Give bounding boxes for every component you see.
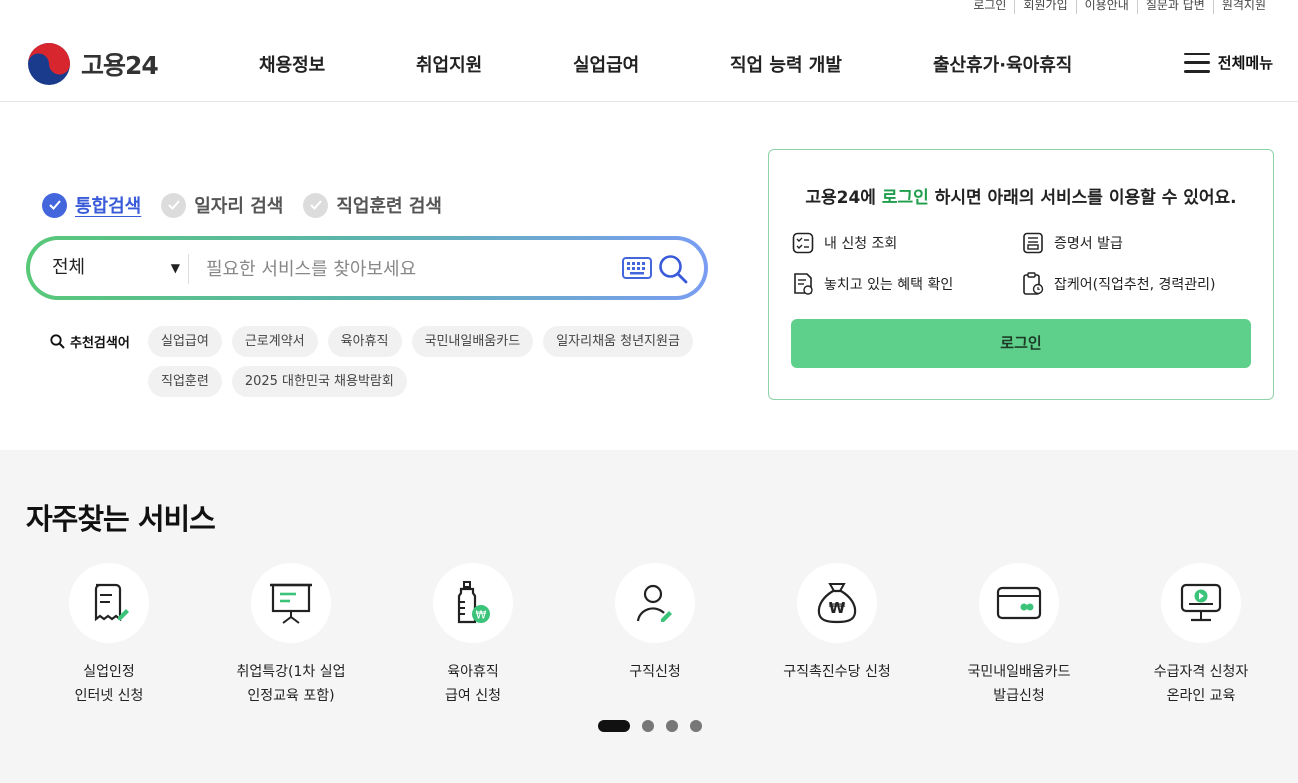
keyword-chip[interactable]: 직업훈련 [148, 366, 222, 397]
taegeuk-logo-icon [28, 43, 70, 85]
service-icon-circle: ₩ [797, 563, 877, 643]
category-value: 전체 [52, 257, 86, 278]
utility-nav: 로그인 회원가입 이용안내 질문과 답변 원격지원 [965, 0, 1274, 14]
login-card: 고용24에 로그인 하시면 아래의 서비스를 이용할 수 있어요. 내 신청 조… [768, 149, 1274, 400]
service-icon-circle [1161, 563, 1241, 643]
frequent-services-section: 자주찾는 서비스 실업인정 인터넷 신청 취업특강(1차 실업 인정교육 포함) [0, 450, 1298, 783]
service-label: 실업인정 인터넷 신청 [74, 664, 144, 704]
service-parental-leave-benefit[interactable]: ₩ 육아휴직 급여 신청 [382, 563, 564, 708]
search-tabs: 통합검색 일자리 검색 직업훈련 검색 [42, 192, 462, 218]
certificate-icon [1023, 232, 1043, 254]
tab-label: 일자리 검색 [194, 196, 284, 217]
person-pen-icon [636, 584, 672, 622]
util-signup-link[interactable]: 회원가입 [1014, 0, 1075, 14]
site-header: 고용24 채용정보 취업지원 실업급여 직업 능력 개발 출산휴가·육아휴직 전… [0, 18, 1298, 102]
service-label: 취업특강(1차 실업 인정교육 포함) [236, 664, 346, 704]
tab-job-search[interactable]: 일자리 검색 [161, 192, 283, 218]
service-label: 구직촉진수당 신청 [783, 664, 891, 680]
service-icon-circle: ₩ [433, 563, 513, 643]
search-box: 전체 ▼ [26, 236, 708, 300]
service-my-application: 내 신청 조회 [792, 232, 897, 254]
service-job-promotion-allowance[interactable]: ₩ 구직촉진수당 신청 [746, 563, 928, 684]
document-coin-icon [794, 273, 813, 295]
nav-unemployment-benefit[interactable]: 실업급여 [573, 51, 639, 77]
all-menu-button[interactable]: 전체메뉴 [1183, 52, 1273, 73]
service-label: 구직신청 [629, 664, 681, 680]
tab-label: 직업훈련 검색 [336, 196, 442, 217]
login-card-title: 고용24에 로그인 하시면 아래의 서비스를 이용할 수 있어요. [805, 188, 1237, 208]
service-icon-circle [615, 563, 695, 643]
section-title: 자주찾는 서비스 [26, 502, 216, 536]
search-category-select[interactable]: 전체 ▼ [52, 240, 180, 296]
hamburger-icon [1183, 52, 1210, 73]
service-icon-circle [979, 563, 1059, 643]
service-missed-benefits: 놓치고 있는 혜택 확인 [792, 272, 953, 296]
service-employment-lecture[interactable]: 취업특강(1차 실업 인정교육 포함) [200, 563, 382, 708]
svg-text:₩: ₩ [476, 609, 487, 622]
svg-text:₩: ₩ [829, 599, 846, 617]
all-menu-label: 전체메뉴 [1217, 54, 1273, 72]
nav-parental-leave[interactable]: 출산휴가·육아휴직 [933, 51, 1072, 77]
tab-label: 통합검색 [75, 196, 142, 217]
tab-integrated-search[interactable]: 통합검색 [42, 192, 141, 218]
logo-text: 고용24 [81, 51, 159, 80]
service-certificate: 증명서 발급 [1022, 232, 1123, 254]
util-login-link[interactable]: 로그인 [965, 0, 1014, 14]
util-qna-link[interactable]: 질문과 답변 [1136, 0, 1213, 14]
checklist-icon [792, 232, 814, 254]
service-learning-card[interactable]: 국민내일배움카드 발급신청 [928, 563, 1110, 708]
keyword-chip[interactable]: 근로계약서 [231, 326, 318, 357]
service-label: 국민내일배움카드 발급신청 [967, 664, 1071, 704]
service-icon-circle [69, 563, 149, 643]
page-dot[interactable] [690, 720, 702, 732]
page-dot[interactable] [666, 720, 678, 732]
carousel-pagination [598, 720, 714, 732]
search-icon[interactable] [658, 254, 688, 284]
keyword-chip[interactable]: 실업급여 [148, 326, 222, 357]
service-icon-circle [251, 563, 331, 643]
util-remote-link[interactable]: 원격지원 [1212, 0, 1274, 14]
keyword-chip[interactable]: 국민내일배움카드 [411, 326, 534, 357]
keyword-chips: 실업급여 근로계약서 육아휴직 국민내일배움카드 일자리채움 청년지원금 직업훈… [148, 326, 708, 406]
service-online-education[interactable]: 수급자격 신청자 온라인 교육 [1110, 563, 1292, 708]
service-label: 육아휴직 급여 신청 [445, 664, 501, 704]
divider [188, 254, 189, 284]
nav-jobs[interactable]: 채용정보 [259, 51, 325, 77]
search-input[interactable] [206, 253, 606, 285]
check-circle-icon [161, 192, 187, 218]
keyword-chip[interactable]: 2025 대한민국 채용박람회 [231, 366, 407, 397]
service-unemployment-recognition[interactable]: 실업인정 인터넷 신청 [18, 563, 200, 708]
util-guide-link[interactable]: 이용안내 [1075, 0, 1137, 14]
money-bag-icon: ₩ [817, 583, 857, 624]
search-small-icon [50, 334, 65, 349]
service-jobcare: 잡케어(직업추천, 경력관리) [1022, 272, 1216, 296]
keyword-chip[interactable]: 일자리채움 청년지원금 [543, 326, 693, 357]
page-dot[interactable] [598, 720, 630, 732]
site-logo[interactable]: 고용24 [27, 42, 159, 86]
keyboard-icon[interactable] [622, 257, 652, 279]
check-circle-icon [303, 192, 329, 218]
check-circle-icon [42, 192, 67, 218]
document-pen-icon [94, 583, 129, 622]
card-icon [996, 586, 1042, 620]
keyword-chip[interactable]: 육아휴직 [327, 326, 402, 357]
login-button[interactable]: 로그인 [791, 319, 1251, 368]
presentation-board-icon [270, 583, 312, 624]
baby-bottle-icon: ₩ [457, 581, 490, 624]
nav-employment-support[interactable]: 취업지원 [416, 51, 482, 77]
caret-down-icon: ▼ [170, 261, 180, 275]
monitor-play-icon [1180, 583, 1222, 622]
nav-vocational-training[interactable]: 직업 능력 개발 [730, 51, 842, 77]
service-job-application[interactable]: 구직신청 [564, 563, 746, 684]
tab-training-search[interactable]: 직업훈련 검색 [303, 192, 442, 218]
page-dot[interactable] [642, 720, 654, 732]
clipboard-clock-icon [1023, 272, 1044, 295]
recommend-label: 추천검색어 [50, 332, 130, 351]
service-label: 수급자격 신청자 온라인 교육 [1153, 664, 1249, 704]
